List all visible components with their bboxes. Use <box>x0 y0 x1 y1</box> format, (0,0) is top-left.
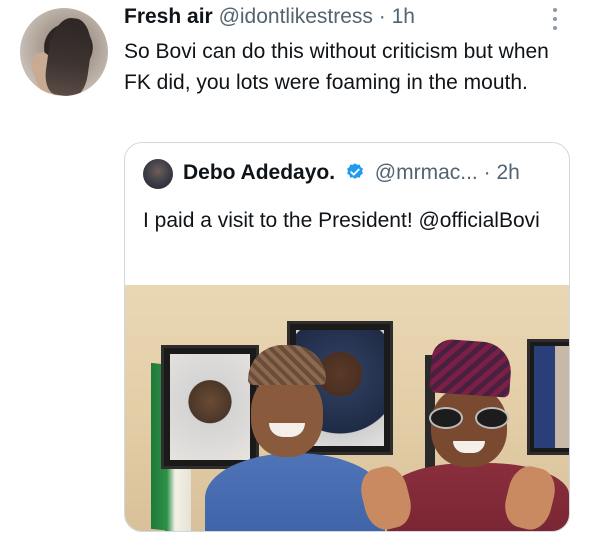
author-name[interactable]: Fresh air <box>124 5 213 28</box>
tweet[interactable]: Fresh air @idontlikestress · 1h So Bovi … <box>0 0 590 538</box>
author-handle[interactable]: @idontlikestress <box>219 5 373 28</box>
tweet-text: So Bovi can do this without criticism bu… <box>124 40 549 94</box>
quoted-tweet-text: I paid a visit to the President! @offici… <box>143 209 540 232</box>
quoted-tweet-time[interactable]: 2h <box>496 161 519 184</box>
more-vertical-icon[interactable] <box>547 8 563 30</box>
quoted-tweet-photo[interactable] <box>125 285 569 531</box>
quoted-tweet-header: Debo Adedayo. @mrmac... · 2h <box>183 157 563 189</box>
header-separator: · <box>378 5 386 28</box>
verified-badge-icon <box>347 163 363 179</box>
quoted-author-name[interactable]: Debo Adedayo. <box>183 161 335 184</box>
quoted-author-handle[interactable]: @mrmac... <box>375 161 478 184</box>
tweet-header: Fresh air @idontlikestress · 1h <box>124 2 534 32</box>
photo-person <box>165 345 385 531</box>
quoted-tweet[interactable]: Debo Adedayo. @mrmac... · 2h I paid a vi… <box>124 142 570 532</box>
quoted-header-separator: · <box>483 161 491 184</box>
quoted-author-avatar[interactable] <box>143 159 173 189</box>
avatar-figure <box>42 15 96 96</box>
author-avatar[interactable] <box>20 8 108 96</box>
photo-person <box>356 338 569 531</box>
tweet-time[interactable]: 1h <box>392 5 415 28</box>
